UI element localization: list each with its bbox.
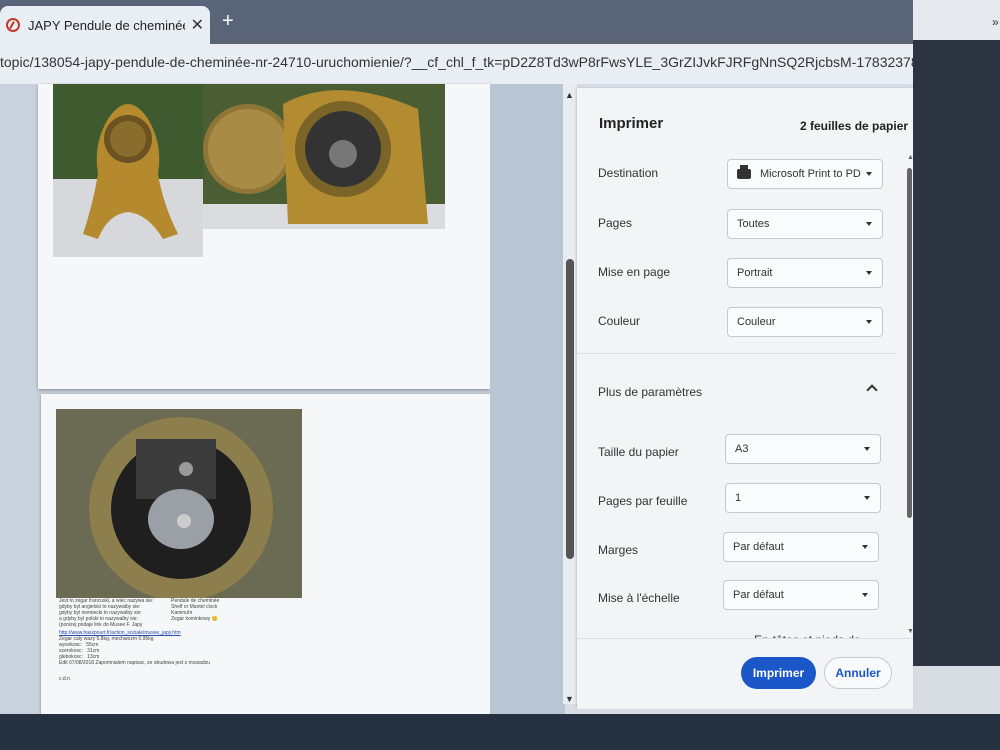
url-text[interactable]: topic/138054-japy-pendule-de-cheminée-nr… [0,54,975,70]
paper-size-select[interactable]: A3 [725,434,881,464]
section-divider [577,353,897,354]
pages-value: Toutes [737,218,770,230]
layout-value: Portrait [737,267,773,279]
color-label: Couleur [598,314,641,328]
chevron-up-icon[interactable] [866,384,878,396]
caption-right: Pendule de cheminée Shelf or Mantel cloc… [171,598,220,622]
destination-label: Destination [598,166,659,180]
background-window [913,40,1000,666]
dropdown-caret-icon [866,222,872,226]
clock-photo-back [203,84,445,229]
address-bar[interactable]: topic/138054-japy-pendule-de-cheminée-nr… [0,44,1000,85]
print-preview-area: Jest to zegar francuski, a wiec nazywa s… [0,84,565,714]
tab-title: JAPY Pendule de cheminée nr 2… [28,17,185,33]
dropdown-caret-icon [864,447,870,451]
preview-page-1 [38,84,490,389]
preview-scroll-thumb[interactable] [566,259,574,559]
pages-per-sheet-select[interactable]: 1 [725,483,881,513]
preview-margin [490,84,565,714]
pages-per-sheet-label: Pages par feuille [598,494,688,508]
window-edge [913,0,1000,40]
margins-value: Par défaut [733,541,784,553]
pages-label: Pages [598,216,633,230]
tab-close-icon[interactable]: ✕ [191,15,204,35]
destination-select[interactable]: Microsoft Print to PD [727,159,883,189]
paper-size-value: A3 [735,443,749,455]
preview-scroll-up-icon[interactable]: ▲ [565,90,574,100]
dropdown-caret-icon [866,271,872,275]
dropdown-caret-icon [862,593,868,597]
print-button[interactable]: Imprimer [741,657,816,689]
dropdown-caret-icon [866,172,872,176]
dialog-footer: Imprimer Annuler [577,638,913,709]
new-tab-button[interactable]: + [222,10,234,33]
margins-label: Marges [598,543,639,557]
margins-select[interactable]: Par défaut [723,532,879,562]
caption-dimensions: Zegar caly wazy 5.8kg, mechanizm 0.95kg … [59,636,210,666]
pages-select[interactable]: Toutes [727,209,883,239]
cancel-button[interactable]: Annuler [824,657,892,689]
destination-value: Microsoft Print to PD [760,168,861,180]
layout-label: Mise en page [598,265,671,279]
preview-page-2: Jest to zegar francuski, a wiec nazywa s… [41,394,490,714]
preview-scroll-down-icon[interactable]: ▼ [565,694,574,704]
clock-photo-front [53,84,203,257]
dropdown-caret-icon [862,545,868,549]
color-select[interactable]: Couleur [727,307,883,337]
site-favicon-icon [6,18,20,32]
tab-strip: JAPY Pendule de cheminée nr 2… ✕ + [0,0,1000,44]
print-settings-panel: Imprimer 2 feuilles de papier Destinatio… [577,88,914,709]
pages-per-sheet-value: 1 [735,492,742,504]
layout-select[interactable]: Portrait [727,258,883,288]
browser-tab-active[interactable]: JAPY Pendule de cheminée nr 2… ✕ [0,6,210,44]
color-value: Couleur [737,316,776,328]
scale-select[interactable]: Par défaut [723,580,879,610]
paper-size-label: Taille du papier [598,445,679,459]
page-viewport: Jest to zegar francuski, a wiec nazywa s… [0,84,1000,750]
more-settings-toggle[interactable]: Plus de paramètres [598,385,702,399]
dropdown-caret-icon [864,496,870,500]
scale-label: Mise à l'échelle [598,591,680,605]
caption-footer: c.d.n. [59,676,72,682]
settings-scroll-thumb[interactable] [907,168,912,518]
printer-icon [737,165,751,179]
taskbar-area [0,714,1000,750]
sheet-count: 2 feuilles de papier [800,119,909,133]
clock-mechanism-photo [56,409,302,598]
close-icon[interactable]: » [992,15,999,29]
dialog-title: Imprimer [599,115,664,132]
scale-value: Par défaut [733,589,784,601]
caption-left: Jest to zegar francuski, a wiec nazywa s… [59,598,154,628]
dropdown-caret-icon [866,320,872,324]
